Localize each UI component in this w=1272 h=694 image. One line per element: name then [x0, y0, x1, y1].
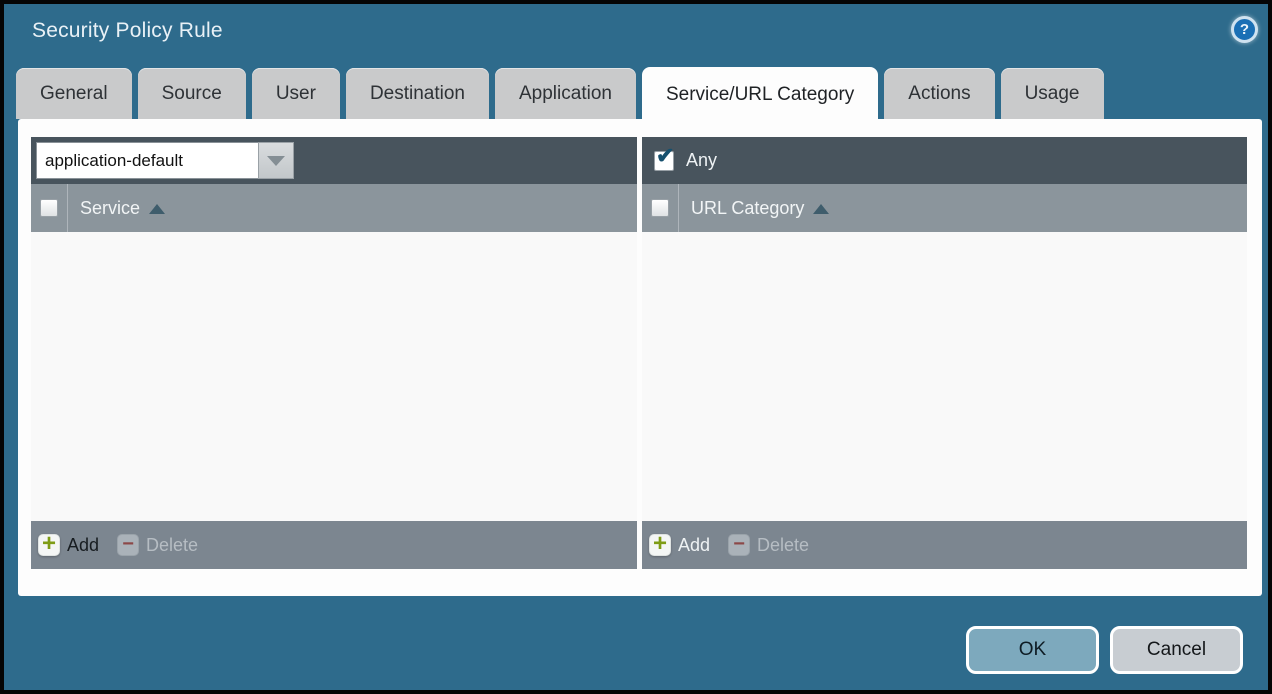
service-panel-footer: + Add − Delete	[31, 521, 637, 569]
tab-destination[interactable]: Destination	[346, 68, 489, 119]
add-service-button[interactable]: + Add	[38, 534, 99, 556]
service-panel: Service + Add − Delete	[31, 137, 637, 569]
service-column-header-row: Service	[31, 184, 637, 232]
add-url-category-button[interactable]: + Add	[649, 534, 710, 556]
service-type-dropdown-button[interactable]	[258, 142, 294, 179]
delete-icon: −	[728, 534, 750, 556]
select-all-services-checkbox[interactable]	[40, 199, 58, 217]
help-icon[interactable]: ?	[1231, 16, 1258, 43]
service-column-sort[interactable]: Service	[68, 184, 165, 232]
delete-service-button[interactable]: − Delete	[117, 534, 198, 556]
service-column-label: Service	[80, 198, 140, 219]
service-toolbar	[31, 137, 637, 184]
tab-general[interactable]: General	[16, 68, 132, 119]
sort-ascending-icon	[813, 204, 829, 214]
delete-service-label: Delete	[146, 535, 198, 556]
ok-button[interactable]: OK	[966, 626, 1099, 674]
select-all-url-categories-checkbox[interactable]	[651, 199, 669, 217]
cancel-button[interactable]: Cancel	[1110, 626, 1243, 674]
delete-url-category-button[interactable]: − Delete	[728, 534, 809, 556]
url-category-column-sort[interactable]: URL Category	[679, 184, 829, 232]
tab-bar: General Source User Destination Applicat…	[16, 68, 1104, 119]
security-policy-rule-dialog: Security Policy Rule ? General Source Us…	[0, 0, 1272, 694]
add-icon: +	[38, 534, 60, 556]
chevron-down-icon	[267, 156, 285, 166]
service-type-dropdown[interactable]	[36, 142, 294, 179]
tab-application[interactable]: Application	[495, 68, 636, 119]
url-category-column-header-row: URL Category	[642, 184, 1247, 232]
add-service-label: Add	[67, 535, 99, 556]
dialog-title: Security Policy Rule	[32, 19, 223, 43]
tab-user[interactable]: User	[252, 68, 340, 119]
any-label: Any	[686, 150, 717, 171]
service-list-area[interactable]	[31, 232, 637, 521]
url-category-column-label: URL Category	[691, 198, 804, 219]
sort-ascending-icon	[149, 204, 165, 214]
delete-url-category-label: Delete	[757, 535, 809, 556]
tab-service-url-category[interactable]: Service/URL Category	[642, 67, 878, 123]
service-type-input[interactable]	[36, 142, 258, 179]
tab-source[interactable]: Source	[138, 68, 246, 119]
delete-icon: −	[117, 534, 139, 556]
url-category-panel: ✔ Any URL Category + Add	[642, 137, 1247, 569]
add-url-category-label: Add	[678, 535, 710, 556]
tab-actions[interactable]: Actions	[884, 68, 994, 119]
help-icon-glyph: ?	[1240, 21, 1249, 38]
tab-usage[interactable]: Usage	[1001, 68, 1104, 119]
any-checkbox-row[interactable]: ✔ Any	[647, 150, 717, 171]
url-category-select-all-cell	[642, 184, 679, 232]
service-select-all-cell	[31, 184, 68, 232]
url-category-panel-footer: + Add − Delete	[642, 521, 1247, 569]
url-category-list-area[interactable]	[642, 232, 1247, 521]
url-category-toolbar: ✔ Any	[642, 137, 1247, 184]
checkmark-icon: ✔	[656, 145, 674, 167]
add-icon: +	[649, 534, 671, 556]
any-checkbox[interactable]: ✔	[654, 151, 674, 171]
